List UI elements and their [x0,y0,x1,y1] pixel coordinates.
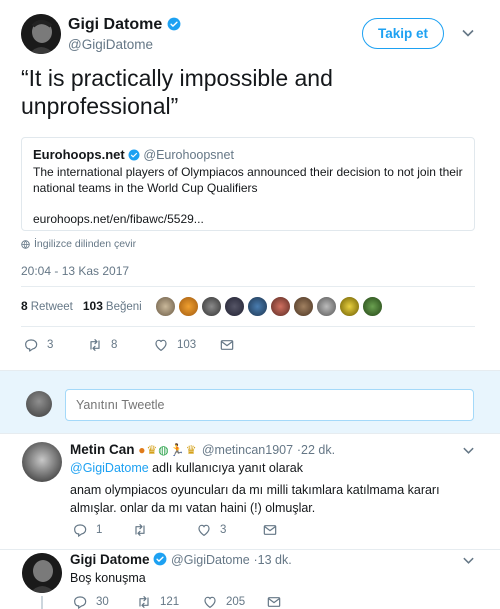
divider [21,326,475,327]
reply-text: anam olympiacos oyuncuları da mı milli t… [70,483,440,515]
runner-icon: 🏃 [169,443,186,457]
reply-actions: 30 121 205 [72,594,282,609]
globe-icon: ◍ [158,443,170,457]
retweet-icon [139,596,149,608]
reply-tweet[interactable]: Gigi Datome @GigiDatome ·13 dk. Boş konu… [0,550,500,609]
heart-icon [204,596,216,609]
reply-text: Boş konuşma [70,571,146,585]
avatar[interactable] [293,296,314,317]
reply-header: Gigi Datome @GigiDatome ·13 dk. [70,552,292,567]
trophy-icon: ♛ [185,443,198,457]
chevron-down-icon[interactable] [462,554,475,567]
mention-link[interactable]: @GigiDatome [70,461,149,475]
tweet-actions: 3 8 103 [23,337,235,353]
follow-button[interactable]: Takip et [362,18,444,49]
avatar[interactable] [224,296,245,317]
quote-link[interactable]: eurohoops.net/en/fibawc/5529... [33,211,463,227]
retweet-button[interactable] [132,522,196,538]
reply-tweet[interactable]: Metin Can ●♛◍🏃♛ @metincan1907 ·22 dk. @G… [0,434,500,550]
reply-button[interactable]: 1 [72,522,132,538]
heart-icon [198,524,210,537]
reply-composer [0,370,500,434]
like-stat[interactable]: 103 Beğeni [83,299,142,313]
author-avatar[interactable] [21,14,61,54]
retweet-icon [90,339,100,351]
trophy-icon: ♛ [146,443,159,457]
verified-icon [128,149,140,161]
reply-time[interactable]: ·22 dk. [297,443,335,457]
reply-author-name[interactable]: Gigi Datome [70,552,150,567]
verified-icon [167,17,181,31]
direct-message-button[interactable] [262,522,278,538]
divider [21,286,475,287]
reply-input[interactable] [65,389,474,421]
like-button[interactable]: 3 [196,522,262,538]
reply-author-name[interactable]: Metin Can [70,442,135,457]
quote-author-name: Eurohoops.net [33,147,125,162]
avatar[interactable] [178,296,199,317]
reply-icon [25,339,38,352]
reply-button[interactable]: 30 [72,594,136,609]
reply-header: Metin Can ●♛◍🏃♛ @metincan1907 ·22 dk. [70,442,335,457]
thread-line [41,596,43,609]
retweet-button[interactable]: 121 [136,594,202,609]
quoted-tweet[interactable]: Eurohoops.net @Eurohoopsnet The internat… [21,137,475,231]
emoji-badges: ●♛◍🏃♛ [138,443,202,457]
author-name[interactable]: Gigi Datome [68,16,181,34]
translate-link[interactable]: İngilizce dilinden çevir [21,238,136,250]
avatar[interactable] [270,296,291,317]
author-handle[interactable]: @GigiDatome [68,37,153,52]
chevron-down-icon[interactable] [462,444,475,457]
chevron-down-icon[interactable] [461,26,475,40]
reply-actions: 1 3 [72,522,278,538]
reply-button[interactable]: 3 [23,337,87,353]
tweet-text: “It is practically impossible and unprof… [21,65,333,119]
retweet-button[interactable]: 8 [87,337,153,353]
envelope-icon [267,597,281,607]
reply-author-avatar[interactable] [22,442,62,482]
globe-icon [21,239,30,249]
reply-context: @GigiDatome adlı kullanıcıya yanıt olara… [70,461,303,475]
direct-message-button[interactable] [219,337,235,353]
avatar[interactable] [362,296,383,317]
reply-author-handle[interactable]: @metincan1907 [202,443,293,457]
quote-author-handle: @Eurohoopsnet [143,148,234,162]
retweet-stat[interactable]: 8 Retweet [21,299,73,313]
envelope-icon [263,525,277,535]
tweet-stats: 8 Retweet 103 Beğeni [21,295,152,317]
quote-text: The international players of Olympiacos … [33,165,463,195]
envelope-icon [220,340,234,350]
liker-avatars [155,296,383,317]
like-button[interactable]: 205 [202,594,266,609]
direct-message-button[interactable] [266,594,282,609]
retweet-icon [135,524,145,536]
basketball-icon: ● [138,443,147,457]
tweet-timestamp[interactable]: 20:04 - 13 Kas 2017 [21,264,129,278]
user-avatar [26,391,52,417]
reply-author-avatar[interactable] [22,553,62,593]
verified-icon [153,552,167,566]
reply-author-handle[interactable]: @GigiDatome [171,553,250,567]
reply-icon [74,596,87,609]
avatar[interactable] [339,296,360,317]
reply-time[interactable]: ·13 dk. [254,553,292,567]
avatar[interactable] [155,296,176,317]
avatar[interactable] [247,296,268,317]
like-button[interactable]: 103 [153,337,219,353]
heart-icon [155,339,167,351]
reply-icon [74,524,87,538]
avatar[interactable] [316,296,337,317]
tweet-header: Gigi Datome @GigiDatome Takip et [21,14,474,54]
avatar[interactable] [201,296,222,317]
